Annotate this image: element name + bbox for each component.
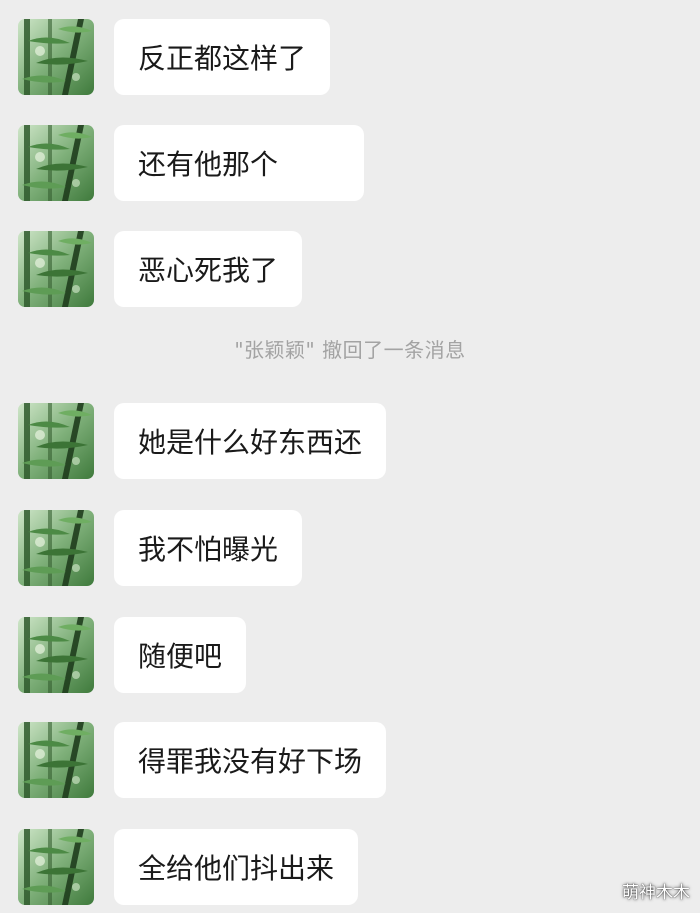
message-row: 我不怕曝光 xyxy=(18,510,303,586)
message-bubble[interactable]: 随便吧 xyxy=(114,617,247,693)
message-bubble[interactable]: 全给他们抖出来 xyxy=(114,829,359,905)
message-bubble[interactable]: 还有他那个 xyxy=(114,125,365,201)
avatar[interactable] xyxy=(18,617,94,693)
avatar[interactable] xyxy=(18,722,94,798)
avatar[interactable] xyxy=(18,125,94,201)
avatar[interactable] xyxy=(18,829,94,905)
avatar[interactable] xyxy=(18,510,94,586)
message-bubble[interactable]: 恶心死我了 xyxy=(114,231,303,307)
avatar[interactable] xyxy=(18,19,94,95)
message-row: 她是什么好东西还 xyxy=(18,403,387,479)
message-row: 全给他们抖出来 xyxy=(18,829,359,905)
avatar[interactable] xyxy=(18,403,94,479)
avatar[interactable] xyxy=(18,231,94,307)
message-row: 随便吧 xyxy=(18,617,247,693)
message-row: 反正都这样了 xyxy=(18,19,331,95)
message-row: 得罪我没有好下场 xyxy=(18,722,387,798)
message-bubble[interactable]: 反正都这样了 xyxy=(114,19,331,95)
message-bubble[interactable]: 我不怕曝光 xyxy=(114,510,303,586)
message-row: 恶心死我了 xyxy=(18,231,303,307)
recall-notice: "张颖颖" 撤回了一条消息 xyxy=(234,338,466,362)
chat-area: 反正都这样了 还有他那个 恶心死我了 "张颖颖" 撤回了一条消息 她是什么好东西… xyxy=(0,0,700,913)
message-bubble[interactable]: 她是什么好东西还 xyxy=(114,403,387,479)
message-row: 还有他那个 xyxy=(18,125,365,201)
watermark: 萌神木木 xyxy=(622,883,690,903)
message-bubble[interactable]: 得罪我没有好下场 xyxy=(114,722,387,798)
